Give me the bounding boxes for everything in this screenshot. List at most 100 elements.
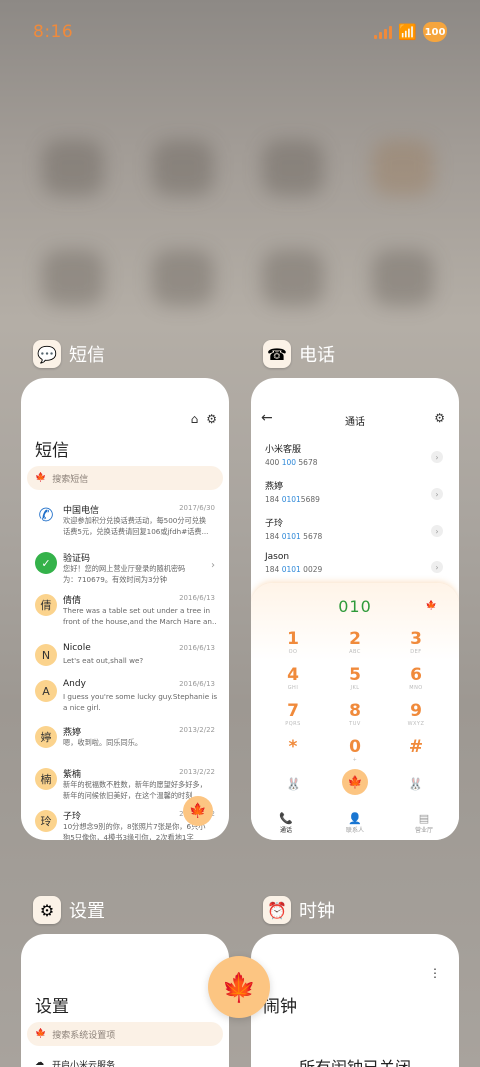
tab-service-hall[interactable]: ▤ 营业厅 [399, 812, 449, 834]
contact-number: 184 0101 5678 [265, 532, 323, 541]
avatar: 婷 [35, 726, 57, 748]
avatar: N [35, 644, 57, 666]
phone-tabbar: 📞 通话 👤 联系人 ▤ 营业厅 [251, 812, 459, 836]
leaf-icon: 🍁 [347, 775, 363, 789]
clean-icon[interactable]: ⌂ [191, 412, 199, 426]
sms-search-input[interactable]: 🍁 搜索短信 [27, 466, 223, 490]
call-button[interactable]: 🍁 [342, 769, 368, 795]
list-item[interactable]: 婷燕婷 2013/2/22 嗯，收到啦。同乐同乐。 [21, 722, 229, 760]
dial-key[interactable]: 3 DEF [396, 629, 436, 661]
telecom-icon: ✆ [35, 504, 57, 526]
dial-key[interactable]: 8 TUV [335, 701, 375, 733]
avatar: 玲 [35, 810, 57, 832]
leaf-icon: 🍁 [35, 473, 47, 483]
sms-app-header[interactable]: 💬 短信 [33, 340, 105, 368]
chevron-right-icon[interactable]: › [431, 525, 443, 537]
message-preview: I guess you're some lucky guy.Stephanie … [63, 692, 217, 712]
status-time: 8:16 [33, 22, 74, 42]
store-icon: ▤ [418, 812, 430, 825]
verification-icon: ✓ [35, 552, 57, 574]
leaf-icon: 🍁 [189, 803, 207, 819]
message-preview: 嗯，收到啦。同乐同乐。 [63, 738, 143, 747]
contact-number: 184 01015689 [265, 495, 320, 504]
dial-key[interactable]: 2 ABC [335, 629, 375, 661]
chevron-right-icon[interactable]: › [431, 488, 443, 500]
voicemail-icon[interactable]: 🐰 [286, 777, 301, 791]
message-preview: 欢迎参加积分兑换话费活动，每500分可兑换 话费5元，兑换话费请回复106或jf… [63, 516, 209, 536]
dial-key[interactable]: 0 + [335, 737, 375, 769]
list-item[interactable]: ✆ 中国电信 2017/6/30 欢迎参加积分兑换话费活动，每500分可兑换 话费5元… [21, 500, 229, 538]
dial-key[interactable]: 6 MNO [396, 665, 436, 697]
phone-icon: 📞 [279, 812, 293, 825]
contact-number: 184 0101 0029 [265, 565, 323, 574]
message-preview: Let's eat out,shall we? [63, 656, 144, 665]
settings-app-icon: ⚙ [33, 896, 61, 924]
phone-title: 通话 [345, 417, 365, 428]
chevron-right-icon: › [211, 560, 215, 571]
dial-key[interactable]: 5 JKL [335, 665, 375, 697]
phone-card[interactable]: ← 通话 ⚙ 小米客服 400 100 5678 › 燕婷 184 01015689 › 子… [251, 378, 459, 840]
clock-app-header[interactable]: ⏰ 时钟 [263, 896, 335, 924]
sender-name: Andy [63, 679, 86, 689]
chevron-right-icon[interactable]: › [431, 561, 443, 573]
gear-icon[interactable]: ⚙ [206, 412, 217, 426]
sms-card[interactable]: ⌂ ⚙ 短信 🍁 搜索短信 ✆ 中国电信 2017/6/30 欢迎参加积分兑换话费活动… [21, 378, 229, 840]
dial-key[interactable]: 9 WXYZ [396, 701, 436, 733]
avatar: A [35, 680, 57, 702]
message-preview: 您好！您的网上营业厅登录的随机密码 为：710679。有效时间为3分钟 [63, 564, 186, 584]
list-item[interactable]: 倩倩倩 2016/6/13 There was a table set out un… [21, 590, 229, 628]
message-preview: There was a table set out under a tree i… [63, 606, 217, 626]
clock-card[interactable]: ⋮ 闹钟 所有闹钟已关闭 [251, 934, 459, 1067]
cloud-icon: ☁ [35, 1058, 44, 1067]
message-date: 2013/2/22 [179, 768, 215, 776]
clear-all-button[interactable]: 🍁 [208, 956, 270, 1018]
message-date: 2017/6/30 [179, 504, 215, 512]
gear-icon[interactable]: ⚙ [434, 411, 445, 425]
list-item[interactable]: N Nicole 2016/6/13 Let's eat out,shall we? [21, 640, 229, 678]
contact-row[interactable]: 小米客服 400 100 5678 › [265, 442, 445, 472]
sms-app-name: 短信 [69, 345, 105, 366]
message-date: 2013/2/22 [179, 726, 215, 734]
more-icon[interactable]: ⋮ [429, 966, 441, 980]
dial-key[interactable]: 1 OO [273, 629, 313, 661]
phone-app-header[interactable]: ☎ 电话 [263, 340, 335, 368]
compose-button[interactable]: 🍁 [183, 796, 213, 826]
menu-key-icon[interactable]: 🐰 [408, 777, 423, 791]
phone-app-icon: ☎ [263, 340, 291, 368]
settings-title: 设置 [35, 997, 69, 1017]
chevron-right-icon[interactable]: › [431, 451, 443, 463]
message-date: 2016/6/13 [179, 680, 215, 688]
list-item[interactable]: A Andy 2016/6/13 I guess you're some lucky … [21, 676, 229, 714]
leaf-icon: 🍁 [221, 970, 257, 1004]
contact-name: Jason [265, 552, 290, 562]
contact-row[interactable]: 子玲 184 0101 5678 › [265, 516, 445, 546]
message-date: 2016/6/13 [179, 594, 215, 602]
settings-search-input[interactable]: 🍁 搜索系统设置项 [27, 1022, 223, 1046]
leaf-icon: 🍁 [425, 601, 437, 611]
tab-contacts[interactable]: 👤 联系人 [330, 812, 380, 834]
avatar: 倩 [35, 594, 57, 616]
contact-name: 小米客服 [265, 445, 302, 455]
dial-key[interactable]: 4 GHI [273, 665, 313, 697]
settings-app-name: 设置 [69, 901, 105, 922]
cloud-service-item[interactable]: ☁ 开启小米云服务 [35, 1058, 115, 1067]
phone-app-name: 电话 [299, 345, 335, 366]
settings-card[interactable]: 设置 🍁 搜索系统设置项 ☁ 开启小米云服务 [21, 934, 229, 1067]
sender-name: Nicole [63, 643, 91, 653]
wifi-icon: 📶 [398, 23, 417, 41]
clock-app-name: 时钟 [299, 901, 335, 922]
settings-app-header[interactable]: ⚙ 设置 [33, 896, 105, 924]
status-icons: 📶 100 [374, 22, 447, 42]
list-item[interactable]: ✓ 验证码 您好！您的网上营业厅登录的随机密码 为：710679。有效时间为3分钟 › [21, 548, 229, 586]
sms-title: 短信 [35, 441, 69, 461]
sms-search-placeholder: 搜索短信 [52, 474, 89, 485]
dial-key[interactable]: * [273, 737, 313, 769]
dial-key[interactable]: # [396, 737, 436, 769]
dialpad: 010 🍁 1 OO 2 ABC 3 DEF 4 GHI 5 JKL 6 MNO 7 PQRS 8 TUV 9 W… [251, 583, 459, 840]
tab-calls[interactable]: 📞 通话 [261, 812, 311, 834]
sms-app-icon: 💬 [33, 340, 61, 368]
message-date: 2016/6/13 [179, 644, 215, 652]
contact-row[interactable]: 燕婷 184 01015689 › [265, 479, 445, 509]
dial-key[interactable]: 7 PQRS [273, 701, 313, 733]
contact-row[interactable]: Jason 184 0101 0029 › [265, 552, 445, 582]
